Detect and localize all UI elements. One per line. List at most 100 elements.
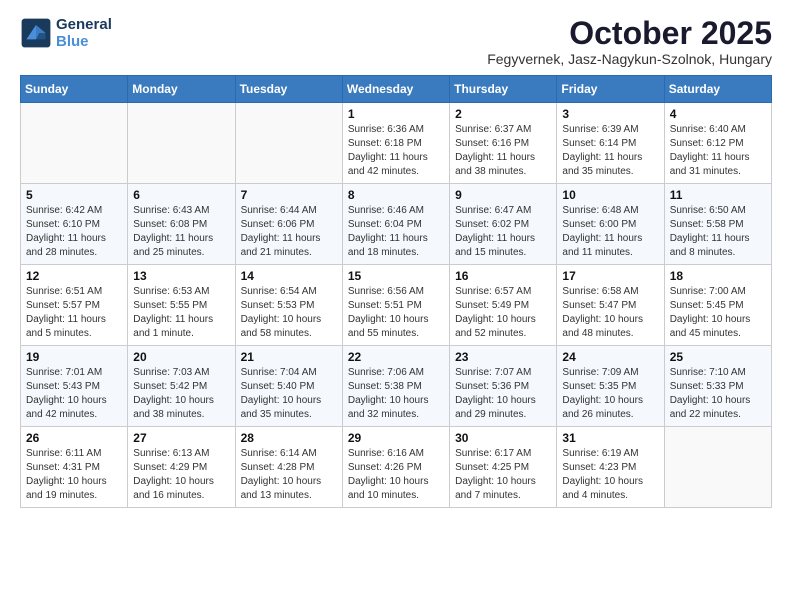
day-number: 16 bbox=[455, 269, 551, 283]
calendar-cell bbox=[21, 103, 128, 184]
day-number: 31 bbox=[562, 431, 658, 445]
column-header-tuesday: Tuesday bbox=[235, 76, 342, 103]
day-info: Sunrise: 6:47 AM Sunset: 6:02 PM Dayligh… bbox=[455, 204, 551, 260]
calendar-subtitle: Fegyvernek, Jasz-Nagykun-Szolnok, Hungar… bbox=[487, 51, 772, 67]
day-info: Sunrise: 6:40 AM Sunset: 6:12 PM Dayligh… bbox=[670, 123, 766, 179]
day-info: Sunrise: 6:42 AM Sunset: 6:10 PM Dayligh… bbox=[26, 204, 122, 260]
day-number: 9 bbox=[455, 188, 551, 202]
day-info: Sunrise: 6:54 AM Sunset: 5:53 PM Dayligh… bbox=[241, 285, 337, 341]
day-number: 18 bbox=[670, 269, 766, 283]
calendar-cell: 26Sunrise: 6:11 AM Sunset: 4:31 PM Dayli… bbox=[21, 427, 128, 508]
calendar-cell: 23 Sunrise: 7:07 AM Sunset: 5:36 PM Dayli… bbox=[450, 346, 557, 427]
day-info: Sunrise: 7:03 AM Sunset: 5:42 PM Dayligh… bbox=[133, 366, 229, 422]
column-header-friday: Friday bbox=[557, 76, 664, 103]
column-header-saturday: Saturday bbox=[664, 76, 771, 103]
calendar-cell: 6Sunrise: 6:43 AM Sunset: 6:08 PM Daylig… bbox=[128, 184, 235, 265]
day-number: 15 bbox=[348, 269, 444, 283]
calendar-week-row: 5 Sunrise: 6:42 AM Sunset: 6:10 PM Daylig… bbox=[21, 184, 772, 265]
day-number: 2 bbox=[455, 107, 551, 121]
calendar-cell: 27Sunrise: 6:13 AM Sunset: 4:29 PM Dayli… bbox=[128, 427, 235, 508]
day-number: 5 bbox=[26, 188, 122, 202]
day-info: Sunrise: 6:19 AM Sunset: 4:23 PM Dayligh… bbox=[562, 447, 658, 503]
logo-text: General Blue bbox=[56, 16, 112, 50]
calendar-cell: 4 Sunrise: 6:40 AM Sunset: 6:12 PM Daylig… bbox=[664, 103, 771, 184]
day-info: Sunrise: 7:07 AM Sunset: 5:36 PM Dayligh… bbox=[455, 366, 551, 422]
calendar-cell: 17Sunrise: 6:58 AM Sunset: 5:47 PM Dayli… bbox=[557, 265, 664, 346]
calendar-cell: 18 Sunrise: 7:00 AM Sunset: 5:45 PM Dayli… bbox=[664, 265, 771, 346]
day-number: 28 bbox=[241, 431, 337, 445]
day-number: 7 bbox=[241, 188, 337, 202]
calendar-cell: 24 Sunrise: 7:09 AM Sunset: 5:35 PM Dayli… bbox=[557, 346, 664, 427]
day-info: Sunrise: 7:06 AM Sunset: 5:38 PM Dayligh… bbox=[348, 366, 444, 422]
calendar-cell: 15 Sunrise: 6:56 AM Sunset: 5:51 PM Dayli… bbox=[342, 265, 449, 346]
day-info: Sunrise: 6:58 AM Sunset: 5:47 PM Dayligh… bbox=[562, 285, 658, 341]
calendar-cell: 12 Sunrise: 6:51 AM Sunset: 5:57 PM Dayli… bbox=[21, 265, 128, 346]
calendar-cell: 16 Sunrise: 6:57 AM Sunset: 5:49 PM Dayli… bbox=[450, 265, 557, 346]
calendar-cell bbox=[664, 427, 771, 508]
calendar-cell: 10 Sunrise: 6:48 AM Sunset: 6:00 PM Dayli… bbox=[557, 184, 664, 265]
day-info: Sunrise: 6:57 AM Sunset: 5:49 PM Dayligh… bbox=[455, 285, 551, 341]
calendar-cell: 25 Sunrise: 7:10 AM Sunset: 5:33 PM Dayli… bbox=[664, 346, 771, 427]
day-number: 20 bbox=[133, 350, 229, 364]
logo: General Blue bbox=[20, 16, 112, 50]
calendar-week-row: 19 Sunrise: 7:01 AM Sunset: 5:43 PM Dayli… bbox=[21, 346, 772, 427]
day-number: 19 bbox=[26, 350, 122, 364]
day-info: Sunrise: 7:10 AM Sunset: 5:33 PM Dayligh… bbox=[670, 366, 766, 422]
day-number: 8 bbox=[348, 188, 444, 202]
day-number: 12 bbox=[26, 269, 122, 283]
calendar-cell: 31 Sunrise: 6:19 AM Sunset: 4:23 PM Dayli… bbox=[557, 427, 664, 508]
day-number: 25 bbox=[670, 350, 766, 364]
calendar-cell bbox=[235, 103, 342, 184]
calendar-week-row: 12 Sunrise: 6:51 AM Sunset: 5:57 PM Dayli… bbox=[21, 265, 772, 346]
day-number: 27 bbox=[133, 431, 229, 445]
day-info: Sunrise: 6:17 AM Sunset: 4:25 PM Dayligh… bbox=[455, 447, 551, 503]
calendar-cell: 5 Sunrise: 6:42 AM Sunset: 6:10 PM Daylig… bbox=[21, 184, 128, 265]
calendar-cell: 21Sunrise: 7:04 AM Sunset: 5:40 PM Dayli… bbox=[235, 346, 342, 427]
day-info: Sunrise: 6:46 AM Sunset: 6:04 PM Dayligh… bbox=[348, 204, 444, 260]
day-info: Sunrise: 6:37 AM Sunset: 6:16 PM Dayligh… bbox=[455, 123, 551, 179]
day-info: Sunrise: 6:48 AM Sunset: 6:00 PM Dayligh… bbox=[562, 204, 658, 260]
day-number: 26 bbox=[26, 431, 122, 445]
day-info: Sunrise: 7:00 AM Sunset: 5:45 PM Dayligh… bbox=[670, 285, 766, 341]
calendar-table: SundayMondayTuesdayWednesdayThursdayFrid… bbox=[20, 75, 772, 508]
day-number: 24 bbox=[562, 350, 658, 364]
day-number: 4 bbox=[670, 107, 766, 121]
day-info: Sunrise: 7:01 AM Sunset: 5:43 PM Dayligh… bbox=[26, 366, 122, 422]
day-info: Sunrise: 7:09 AM Sunset: 5:35 PM Dayligh… bbox=[562, 366, 658, 422]
calendar-cell: 3Sunrise: 6:39 AM Sunset: 6:14 PM Daylig… bbox=[557, 103, 664, 184]
column-header-monday: Monday bbox=[128, 76, 235, 103]
day-info: Sunrise: 6:51 AM Sunset: 5:57 PM Dayligh… bbox=[26, 285, 122, 341]
day-info: Sunrise: 6:50 AM Sunset: 5:58 PM Dayligh… bbox=[670, 204, 766, 260]
day-info: Sunrise: 6:53 AM Sunset: 5:55 PM Dayligh… bbox=[133, 285, 229, 341]
calendar-cell: 2 Sunrise: 6:37 AM Sunset: 6:16 PM Daylig… bbox=[450, 103, 557, 184]
title-section: October 2025 Fegyvernek, Jasz-Nagykun-Sz… bbox=[487, 16, 772, 67]
day-number: 10 bbox=[562, 188, 658, 202]
calendar-cell: 9 Sunrise: 6:47 AM Sunset: 6:02 PM Daylig… bbox=[450, 184, 557, 265]
day-number: 23 bbox=[455, 350, 551, 364]
column-header-wednesday: Wednesday bbox=[342, 76, 449, 103]
day-number: 1 bbox=[348, 107, 444, 121]
calendar-cell: 7 Sunrise: 6:44 AM Sunset: 6:06 PM Daylig… bbox=[235, 184, 342, 265]
calendar-cell: 13Sunrise: 6:53 AM Sunset: 5:55 PM Dayli… bbox=[128, 265, 235, 346]
day-info: Sunrise: 6:56 AM Sunset: 5:51 PM Dayligh… bbox=[348, 285, 444, 341]
calendar-cell: 29Sunrise: 6:16 AM Sunset: 4:26 PM Dayli… bbox=[342, 427, 449, 508]
calendar-cell bbox=[128, 103, 235, 184]
calendar-cell: 1 Sunrise: 6:36 AM Sunset: 6:18 PM Daylig… bbox=[342, 103, 449, 184]
calendar-cell: 11Sunrise: 6:50 AM Sunset: 5:58 PM Dayli… bbox=[664, 184, 771, 265]
column-header-sunday: Sunday bbox=[21, 76, 128, 103]
day-number: 22 bbox=[348, 350, 444, 364]
calendar-week-row: 26Sunrise: 6:11 AM Sunset: 4:31 PM Dayli… bbox=[21, 427, 772, 508]
calendar-cell: 14 Sunrise: 6:54 AM Sunset: 5:53 PM Dayli… bbox=[235, 265, 342, 346]
calendar-cell: 30Sunrise: 6:17 AM Sunset: 4:25 PM Dayli… bbox=[450, 427, 557, 508]
day-info: Sunrise: 6:44 AM Sunset: 6:06 PM Dayligh… bbox=[241, 204, 337, 260]
day-info: Sunrise: 6:36 AM Sunset: 6:18 PM Dayligh… bbox=[348, 123, 444, 179]
day-number: 14 bbox=[241, 269, 337, 283]
calendar-cell: 8 Sunrise: 6:46 AM Sunset: 6:04 PM Daylig… bbox=[342, 184, 449, 265]
logo-icon bbox=[20, 17, 52, 49]
calendar-cell: 22 Sunrise: 7:06 AM Sunset: 5:38 PM Dayli… bbox=[342, 346, 449, 427]
calendar-cell: 19 Sunrise: 7:01 AM Sunset: 5:43 PM Dayli… bbox=[21, 346, 128, 427]
page-header: General Blue October 2025 Fegyvernek, Ja… bbox=[20, 16, 772, 67]
day-number: 6 bbox=[133, 188, 229, 202]
calendar-cell: 28Sunrise: 6:14 AM Sunset: 4:28 PM Dayli… bbox=[235, 427, 342, 508]
calendar-week-row: 1 Sunrise: 6:36 AM Sunset: 6:18 PM Daylig… bbox=[21, 103, 772, 184]
